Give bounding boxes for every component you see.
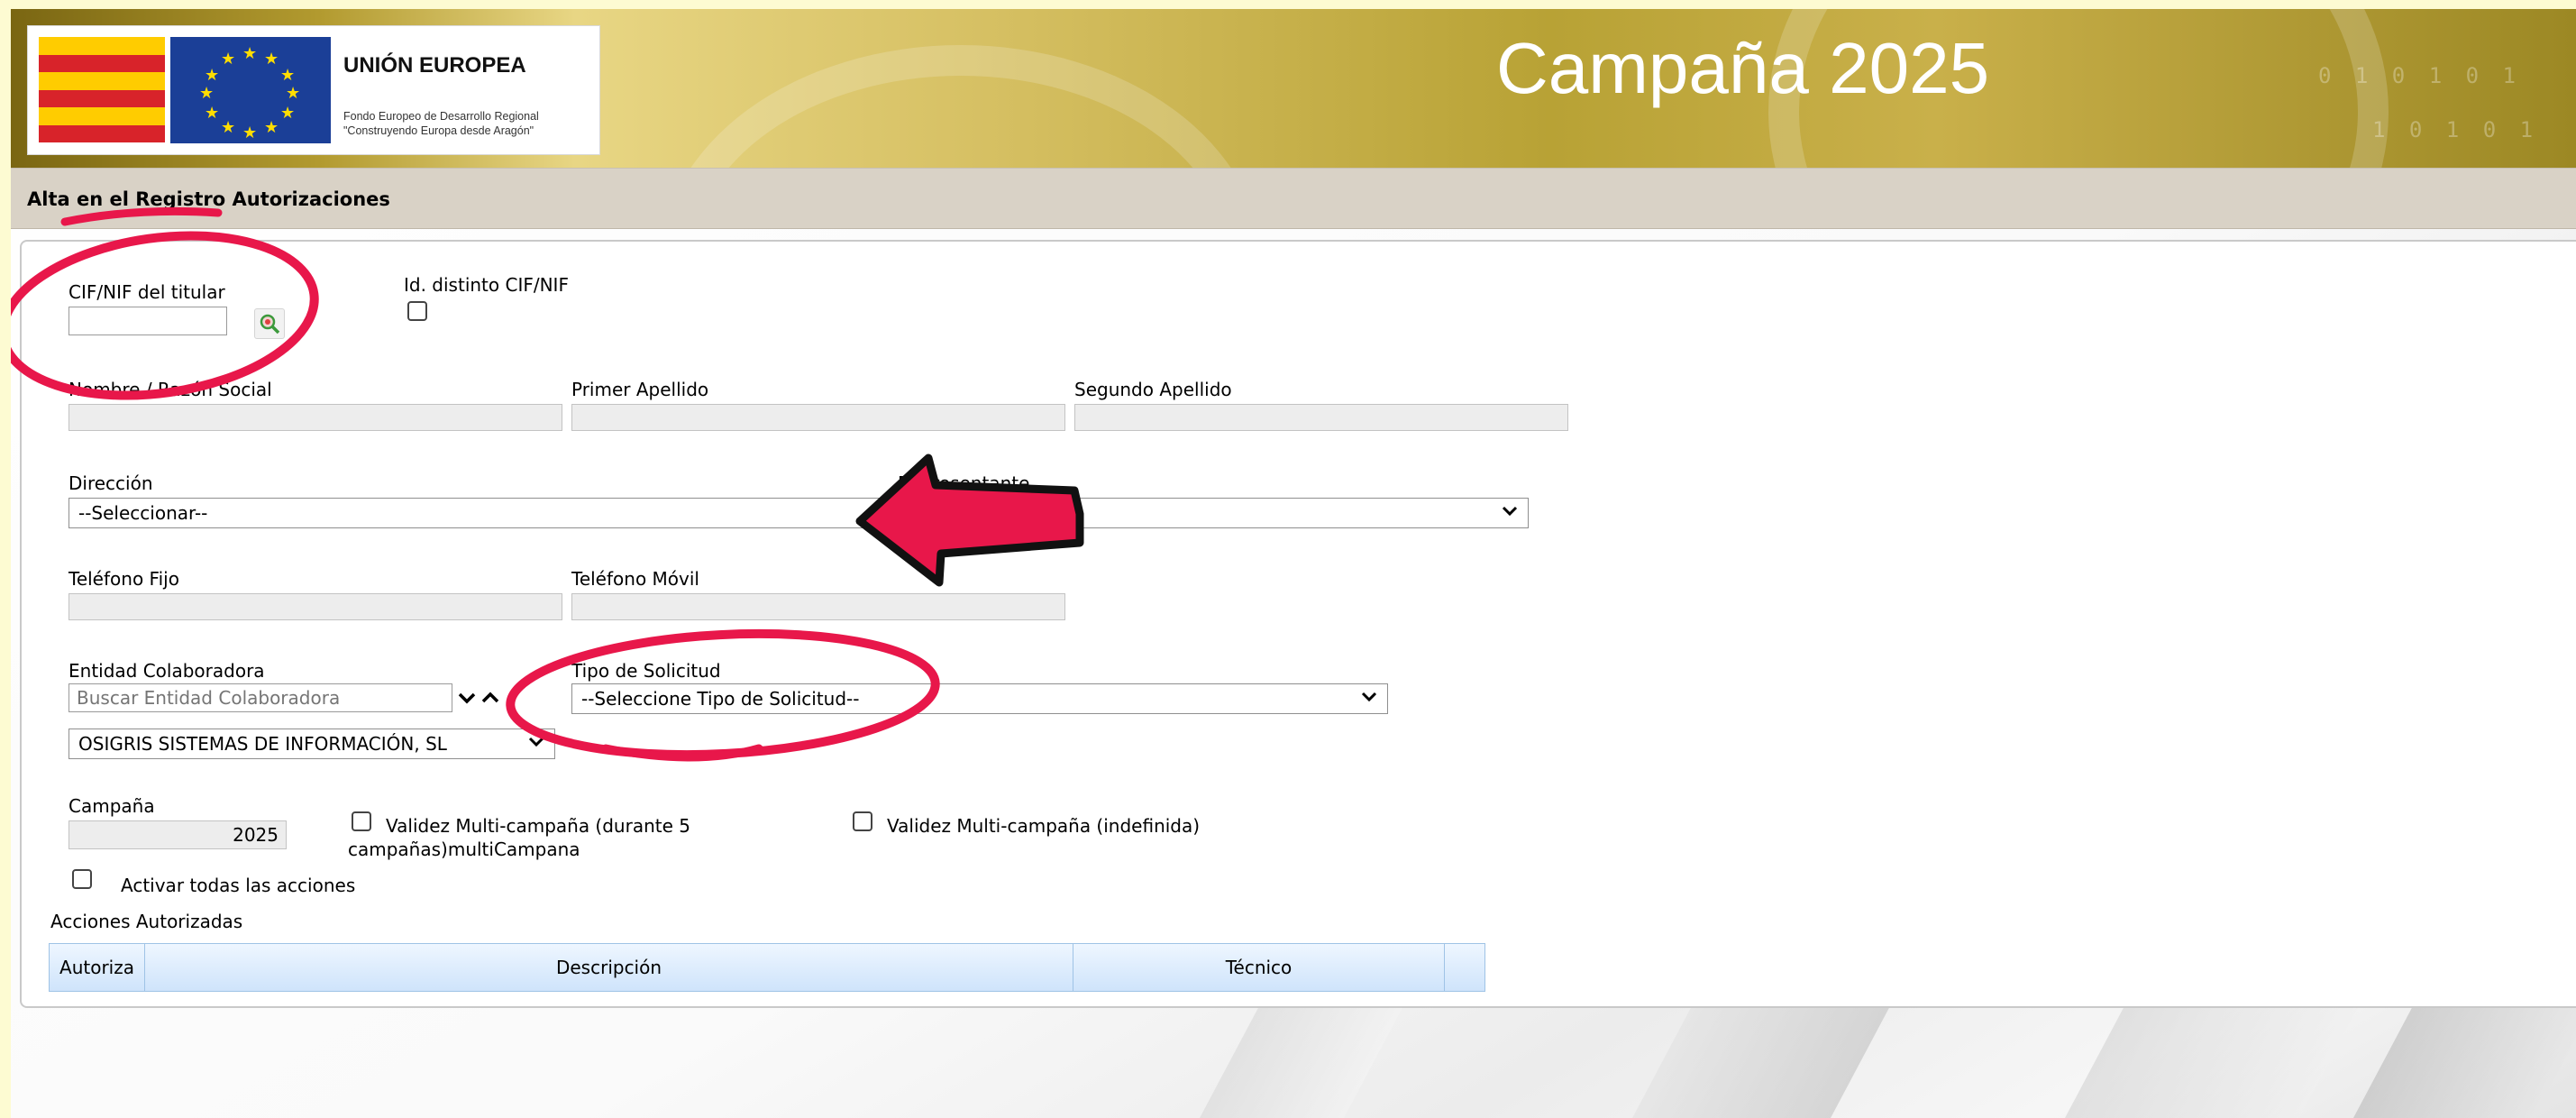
title-bar: Alta en el Registro Autorizaciones <box>11 168 2576 229</box>
eu-title: UNIÓN EUROPEA <box>343 53 526 78</box>
chevron-down-icon <box>1502 506 1518 517</box>
cif-label: CIF/NIF del titular <box>69 281 225 303</box>
multi5-label-cont: campañas)multiCampana <box>348 838 580 860</box>
campania-field: 2025 <box>69 820 287 849</box>
eu-subtitle-line: Fondo Europeo de Desarrollo Regional <box>343 110 539 123</box>
campania-value: 2025 <box>233 824 279 846</box>
nombre-field[interactable] <box>69 404 562 431</box>
banner-decoration <box>660 45 1262 168</box>
tipo-solicitud-value: --Seleccione Tipo de Solicitud-- <box>581 688 860 710</box>
entidad-select[interactable]: OSIGRIS SISTEMAS DE INFORMACIÓN, SL <box>69 729 555 759</box>
direccion-value: --Seleccionar-- <box>78 502 208 524</box>
telefono-fijo-field[interactable] <box>69 593 562 620</box>
nombre-label: Nombre / Razón Social <box>69 379 272 400</box>
representante-select[interactable] <box>898 498 1529 528</box>
campaign-title: Campaña 2025 <box>1496 28 1990 108</box>
primer-apellido-field[interactable] <box>571 404 1065 431</box>
direccion-select[interactable]: --Seleccionar-- <box>69 498 905 528</box>
multi-indef-checkbox[interactable] <box>853 811 872 831</box>
entidad-search-input[interactable] <box>69 683 452 712</box>
multi5-label: Validez Multi-campaña (durante 5 <box>386 815 690 837</box>
column-header-autoriza[interactable]: Autoriza <box>50 944 145 991</box>
tipo-solicitud-select[interactable]: --Seleccione Tipo de Solicitud-- <box>571 683 1388 714</box>
chevron-down-icon[interactable] <box>456 687 478 709</box>
multi5-checkbox[interactable] <box>352 811 371 831</box>
form-panel: CIF/NIF del titular Id. distinto CIF/NIF… <box>20 240 2576 1008</box>
page-title: Alta en el Registro Autorizaciones <box>27 188 390 210</box>
representante-label: Representante <box>898 472 1030 494</box>
primer-apellido-label: Primer Apellido <box>571 379 709 400</box>
telefono-movil-field[interactable] <box>571 593 1065 620</box>
column-header-tecnico[interactable]: Técnico <box>1073 944 1445 991</box>
search-icon <box>260 314 280 334</box>
activar-todas-label: Activar todas las acciones <box>121 875 356 896</box>
segundo-apellido-label: Segundo Apellido <box>1074 379 1232 400</box>
column-header-descripcion[interactable]: Descripción <box>145 944 1073 991</box>
chevron-up-icon[interactable] <box>480 687 501 709</box>
aragon-flag-icon <box>39 37 165 143</box>
telefono-movil-label: Teléfono Móvil <box>571 568 699 590</box>
column-header-empty <box>1445 944 1484 991</box>
search-titular-button[interactable] <box>254 308 285 339</box>
chevron-down-icon <box>878 506 894 517</box>
campania-label: Campaña <box>69 795 155 817</box>
id-distinto-label: Id. distinto CIF/NIF <box>404 274 569 296</box>
entidad-value: OSIGRIS SISTEMAS DE INFORMACIÓN, SL <box>78 733 447 755</box>
chevron-down-icon <box>1361 692 1377 702</box>
chevron-down-icon <box>528 737 544 747</box>
telefono-fijo-label: Teléfono Fijo <box>69 568 179 590</box>
banner-decoration: 1 0 1 0 1 <box>2372 117 2539 142</box>
eu-flag-icon: ★ ★ ★ ★ ★ ★ ★ ★ ★ ★ ★ ★ <box>170 37 331 143</box>
acciones-table-header: Autoriza Descripción Técnico <box>49 943 1485 992</box>
segundo-apellido-field[interactable] <box>1074 404 1568 431</box>
multi-indef-label: Validez Multi-campaña (indefinida) <box>887 815 1201 837</box>
direccion-label: Dirección <box>69 472 153 494</box>
header-banner: 0 1 0 1 0 1 1 0 1 0 1 ★ ★ ★ ★ ★ ★ ★ ★ ★ … <box>11 9 2576 168</box>
eu-subtitle-line: "Construyendo Europa desde Aragón" <box>343 124 534 137</box>
cif-input[interactable] <box>69 307 227 335</box>
entidad-label: Entidad Colaboradora <box>69 660 265 682</box>
activar-todas-checkbox[interactable] <box>72 869 92 889</box>
page-background: 0 1 0 1 0 1 1 0 1 0 1 ★ ★ ★ ★ ★ ★ ★ ★ ★ … <box>11 9 2576 1118</box>
id-distinto-checkbox[interactable] <box>407 301 427 321</box>
acciones-label: Acciones Autorizadas <box>50 911 243 932</box>
eu-subtitle: Fondo Europeo de Desarrollo Regional "Co… <box>343 109 539 138</box>
eu-logo-block: ★ ★ ★ ★ ★ ★ ★ ★ ★ ★ ★ ★ UNIÓN EUROPEA Fo… <box>27 25 600 155</box>
tipo-solicitud-label: Tipo de Solicitud <box>571 660 721 682</box>
banner-decoration: 0 1 0 1 0 1 <box>2318 63 2521 88</box>
